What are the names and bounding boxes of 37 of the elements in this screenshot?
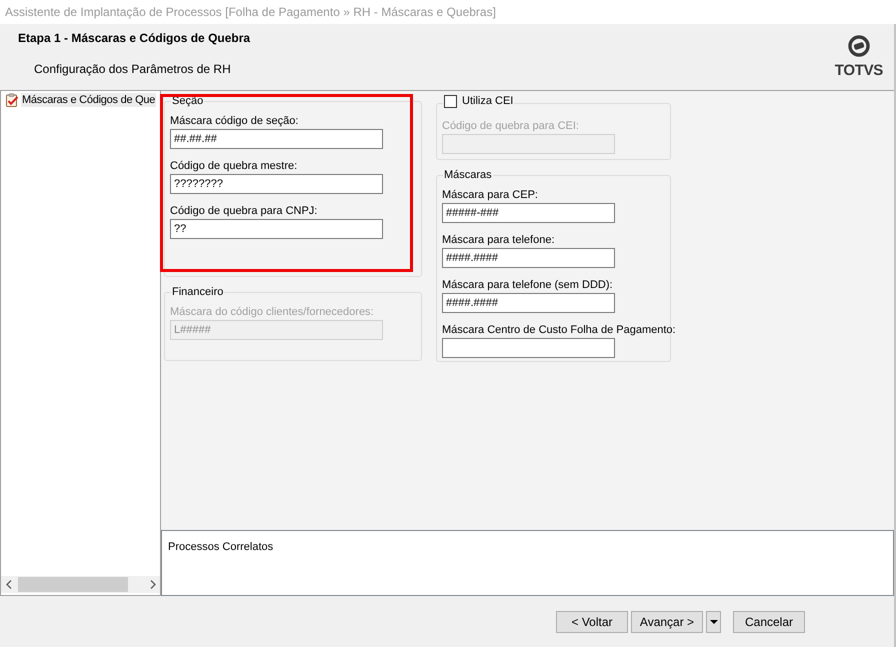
- wizard-button[interactable]: Cancelar: [733, 611, 805, 633]
- clipboard-check-icon: [5, 93, 19, 107]
- checkbox-label[interactable]: Utiliza CEI: [462, 94, 514, 108]
- field-label: Código de quebra mestre:: [170, 159, 298, 173]
- tree-item[interactable]: Máscaras e Códigos de Que: [21, 93, 156, 107]
- group-title: Máscaras: [443, 168, 493, 182]
- input-field[interactable]: [442, 338, 615, 358]
- input-field[interactable]: ??: [170, 219, 383, 239]
- step-subtitle: Configuração dos Parâmetros de RH: [34, 62, 232, 76]
- input-field[interactable]: ????????: [170, 174, 383, 194]
- wizard-button[interactable]: Avançar >: [631, 611, 703, 633]
- chevron-left-icon[interactable]: [6, 580, 12, 589]
- panel-title: Processos Correlatos: [168, 541, 274, 553]
- field-label: Máscara para CEP:: [442, 188, 538, 202]
- field-label: Máscara para telefone (sem DDD):: [442, 278, 613, 292]
- input-field[interactable]: ####.####: [442, 248, 615, 268]
- chevron-right-icon[interactable]: [150, 580, 156, 589]
- wizard-button[interactable]: < Voltar: [556, 611, 628, 633]
- step-title: Etapa 1 - Máscaras e Códigos de Quebra: [18, 31, 250, 45]
- field-label: Código de quebra para CNPJ:: [170, 204, 318, 218]
- input-field[interactable]: #####-###: [442, 203, 615, 223]
- field-label: Código de quebra para CEI:: [442, 119, 579, 133]
- logo-text: TOTVS: [834, 62, 883, 79]
- horizontal-scrollbar[interactable]: [1, 576, 160, 593]
- field-label: Máscara Centro de Custo Folha de Pagamento:: [442, 323, 676, 337]
- window-title: Assistente de Implantação de Processos [Folha de Pagamento » RH - Máscaras e Quebras]: [5, 4, 496, 21]
- field-label: Máscara para telefone:: [442, 233, 555, 247]
- caret-down-icon: [710, 620, 718, 624]
- input-field[interactable]: ##.##.##: [170, 129, 383, 149]
- checkbox[interactable]: [444, 94, 457, 108]
- dropdown-button[interactable]: [706, 611, 721, 633]
- group-title: Financeiro: [171, 285, 224, 299]
- scrollbar-thumb[interactable]: [18, 577, 128, 592]
- field-label: Máscara do código clientes/fornecedores:: [170, 305, 374, 319]
- input-field[interactable]: ####.####: [442, 293, 615, 313]
- logo-ring-icon: [848, 35, 870, 57]
- field-label: Máscara código de seção:: [170, 114, 298, 128]
